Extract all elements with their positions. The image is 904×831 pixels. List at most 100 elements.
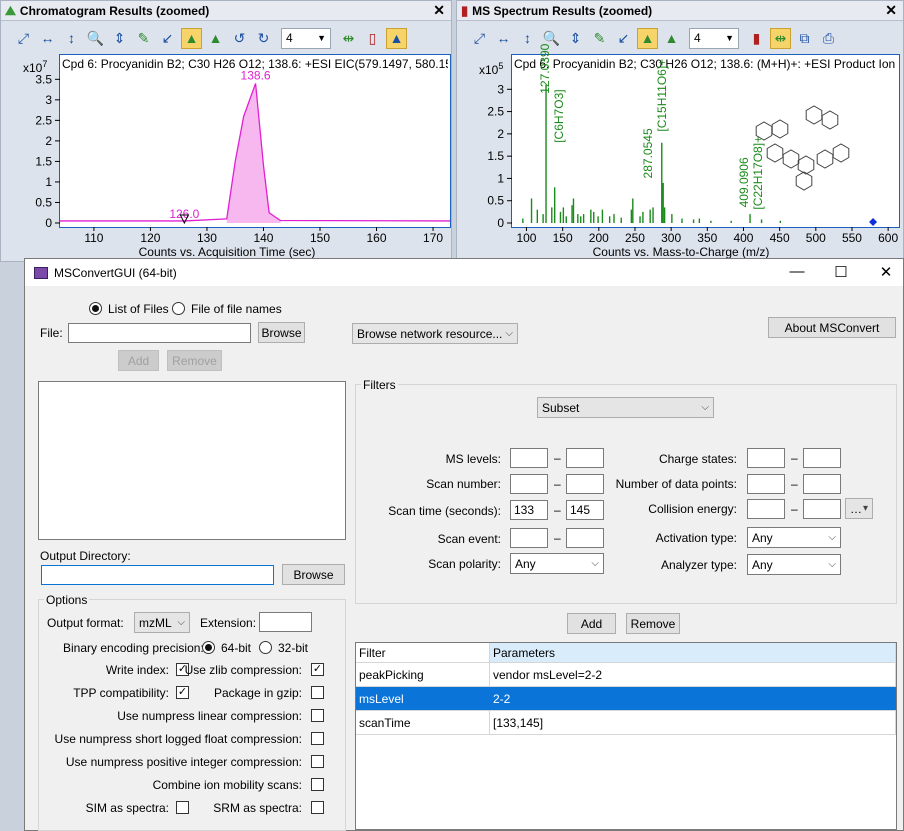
filter-cell: msLevel xyxy=(356,687,490,710)
data-points-to[interactable] xyxy=(803,474,841,494)
ms-spectrum-panel: ▮ MS Spectrum Results (zoomed) ✕ ⤢ ↔ ↕ 🔍… xyxy=(456,0,904,262)
minimize-button[interactable]: — xyxy=(787,263,807,280)
collision-energy-from[interactable] xyxy=(747,499,785,519)
table-row-selected[interactable]: msLevel 2-2 xyxy=(356,687,896,711)
output-dir-input[interactable] xyxy=(41,565,274,585)
add-file-button[interactable]: Add xyxy=(118,350,159,371)
ion-mobility-label: Combine ion mobility scans: xyxy=(152,778,302,792)
x-tick-label: 170 xyxy=(423,231,443,245)
collision-energy-more-button[interactable]: … ▾ xyxy=(845,498,873,519)
file-of-names-radio[interactable] xyxy=(172,302,185,315)
filter-table-header: Filter Parameters xyxy=(356,643,896,663)
charge-states-to[interactable] xyxy=(803,448,841,468)
x-tick-label: 450 xyxy=(770,231,790,245)
charge-states-from[interactable] xyxy=(747,448,785,468)
collision-energy-label: Collision energy: xyxy=(648,502,737,516)
y-tick-label: 0 xyxy=(45,216,52,230)
y-tick-label: 1 xyxy=(45,175,52,189)
molecule-ring xyxy=(766,143,784,163)
filter-type-select[interactable]: Subset ⌵ xyxy=(537,397,714,418)
molecule-ring xyxy=(782,149,800,169)
molecule-ring xyxy=(795,171,813,191)
ms-levels-from[interactable] xyxy=(510,448,548,468)
y-tick-label: 0 xyxy=(497,216,504,230)
numpress-linear-checkbox[interactable] xyxy=(311,709,324,722)
tpp-label: TPP compatibility: xyxy=(73,686,169,700)
molecule-ring xyxy=(771,119,789,139)
peak-formula-label: [C15H11O6]+ xyxy=(655,59,669,132)
filter-table[interactable]: Filter Parameters peakPicking vendor msL… xyxy=(355,642,897,830)
numpress-pic-checkbox[interactable] xyxy=(311,755,324,768)
precursor-marker xyxy=(869,218,878,226)
output-format-label: Output format: xyxy=(47,616,124,630)
gzip-checkbox[interactable] xyxy=(311,686,324,699)
table-row[interactable]: scanTime [133,145] xyxy=(356,711,896,735)
extension-input[interactable] xyxy=(259,612,312,632)
x-tick-label: 550 xyxy=(842,231,862,245)
range-dash: – xyxy=(791,502,798,516)
molecule-ring xyxy=(797,155,815,175)
x-tick-label: 120 xyxy=(140,231,160,245)
x-tick-label: 110 xyxy=(84,231,103,245)
molecule-ring xyxy=(821,110,839,130)
remove-filter-button[interactable]: Remove xyxy=(626,613,680,634)
table-row[interactable]: peakPicking vendor msLevel=2-2 xyxy=(356,663,896,687)
parameters-cell: vendor msLevel=2-2 xyxy=(490,663,896,686)
output-browse-button[interactable]: Browse xyxy=(282,564,345,585)
precision-64-radio[interactable] xyxy=(202,641,215,654)
msconvert-window: MSConvertGUI (64-bit) — ☐ ✕ List of File… xyxy=(24,258,904,831)
srm-label: SRM as spectra: xyxy=(213,801,302,815)
range-dash: – xyxy=(554,451,561,465)
y-tick-label: 2 xyxy=(45,134,52,148)
chromatogram-xlabel: Counts vs. Acquisition Time (sec) xyxy=(138,245,316,259)
range-dash: – xyxy=(554,477,561,491)
about-msconvert-button[interactable]: About MSConvert xyxy=(768,317,896,338)
filter-column-header[interactable]: Filter xyxy=(356,643,490,662)
x-tick-label: 160 xyxy=(367,231,387,245)
zlib-checkbox[interactable]: ✓ xyxy=(311,663,324,676)
x-tick-label: 200 xyxy=(589,231,609,245)
precision-64-label: 64-bit xyxy=(221,641,252,655)
numpress-slof-checkbox[interactable] xyxy=(311,732,324,745)
zlib-label: Use zlib compression: xyxy=(184,663,302,677)
list-of-files-radio[interactable] xyxy=(89,302,102,315)
parameters-cell: 2-2 xyxy=(490,687,896,710)
file-browse-button[interactable]: Browse xyxy=(258,322,305,343)
range-dash: – xyxy=(791,451,798,465)
data-points-from[interactable] xyxy=(747,474,785,494)
y-tick-label: 1 xyxy=(497,171,504,185)
molecule-ring xyxy=(832,143,850,163)
precision-32-label: 32-bit xyxy=(278,641,309,655)
srm-checkbox[interactable] xyxy=(311,801,324,814)
peak-label: 138.6 xyxy=(241,68,271,82)
precision-32-radio[interactable] xyxy=(259,641,272,654)
filter-cell: peakPicking xyxy=(356,663,490,686)
scan-number-from[interactable] xyxy=(510,474,548,494)
collision-energy-to[interactable] xyxy=(803,499,841,519)
window-close-button[interactable]: ✕ xyxy=(876,263,896,281)
parameters-column-header[interactable]: Parameters xyxy=(490,643,896,662)
remove-file-button[interactable]: Remove xyxy=(167,350,222,371)
network-resource-dropdown[interactable]: Browse network resource... ⌵ xyxy=(352,323,518,344)
maximize-button[interactable]: ☐ xyxy=(831,263,851,281)
analyzer-type-select[interactable]: Any ⌵ xyxy=(747,554,841,575)
file-list[interactable] xyxy=(38,381,346,540)
ion-mobility-checkbox[interactable] xyxy=(311,778,324,791)
scan-time-label: Scan time (seconds): xyxy=(388,504,501,518)
scan-time-from[interactable]: 133 xyxy=(510,500,548,520)
add-filter-button[interactable]: Add xyxy=(567,613,616,634)
file-input[interactable] xyxy=(68,323,251,343)
marker-label: 126.0 xyxy=(169,207,199,221)
x-tick-label: 400 xyxy=(733,231,753,245)
y-tick-label: 1.5 xyxy=(487,149,504,163)
ms-xlabel: Counts vs. Mass-to-Charge (m/z) xyxy=(592,245,770,259)
options-title: Options xyxy=(44,593,90,607)
output-format-select[interactable]: mzML ⌵ xyxy=(134,612,190,633)
y-tick-label: 0.5 xyxy=(487,194,504,208)
peak-mz-label: 127.0390 xyxy=(538,43,552,93)
scan-number-label: Scan number: xyxy=(426,477,501,491)
activation-type-select[interactable]: Any ⌵ xyxy=(747,527,841,548)
scan-event-from[interactable] xyxy=(510,528,548,548)
ms-levels-label: MS levels: xyxy=(445,452,501,466)
range-dash: – xyxy=(554,531,561,545)
